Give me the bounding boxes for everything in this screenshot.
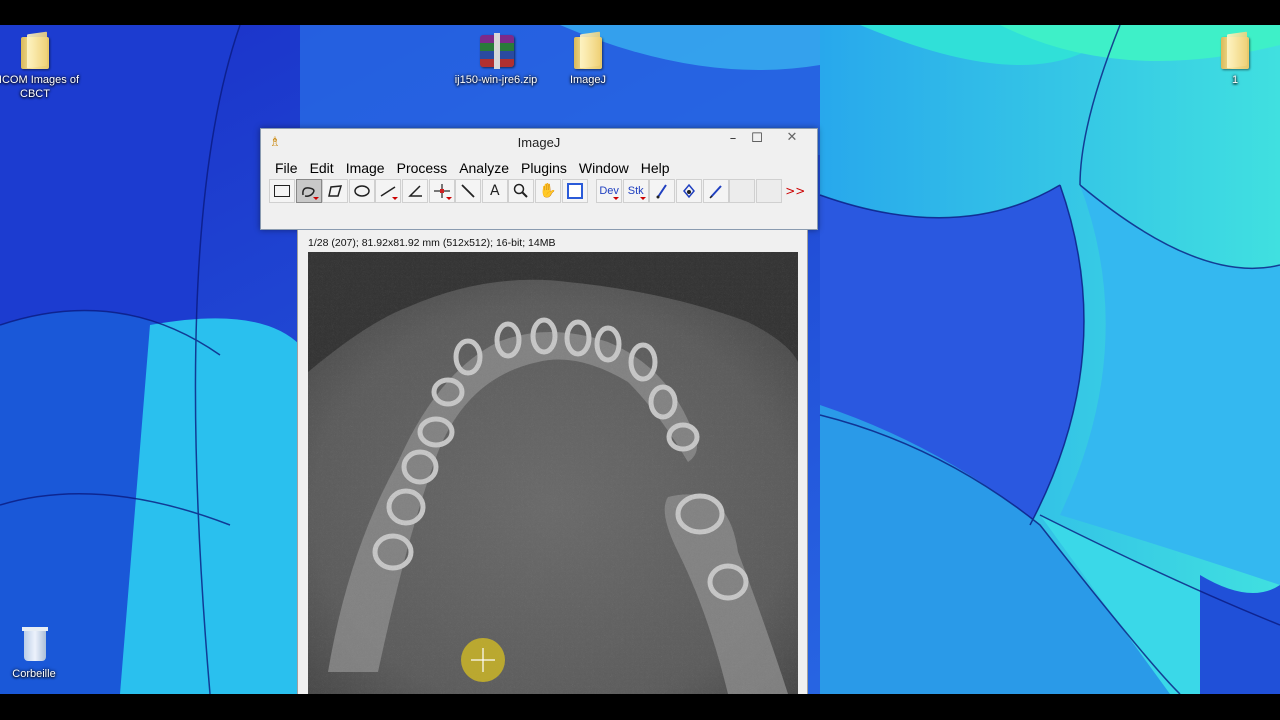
- pencil-tool[interactable]: [702, 179, 729, 203]
- maximize-button[interactable]: ☐: [743, 130, 771, 150]
- recycle-bin-icon: [16, 625, 52, 665]
- desktop-icon-imagej-folder[interactable]: ImageJ: [543, 31, 633, 87]
- more-tools-label: >>: [785, 184, 806, 198]
- brush-tool[interactable]: [649, 179, 676, 203]
- desktop-icon-label: 1: [1231, 74, 1239, 86]
- image-info-bar: 1/28 (207); 81.92x81.92 mm (512x512); 16…: [308, 237, 556, 249]
- bottom-black-bar: [0, 694, 1280, 720]
- desktop-icon-label: Corbeille: [12, 668, 56, 680]
- menu-bar: File Edit Image Process Analyze Plugins …: [261, 157, 817, 179]
- line-tool[interactable]: [375, 179, 402, 203]
- rectangle-icon: [274, 185, 290, 197]
- image-window: 1/28 (207); 81.92x81.92 mm (512x512); 16…: [297, 230, 808, 694]
- dropdown-indicator: [639, 197, 646, 200]
- menu-analyze[interactable]: Analyze: [453, 157, 515, 179]
- wand-icon: [461, 184, 475, 198]
- color-picker-tool[interactable]: [561, 179, 588, 203]
- stk-tool[interactable]: Stk: [622, 179, 649, 203]
- blank-tool-1[interactable]: [729, 179, 756, 203]
- text-a-icon: A: [489, 183, 500, 199]
- freehand-tool[interactable]: [295, 179, 322, 203]
- dev-label: Dev: [599, 185, 619, 197]
- dropdown-indicator: [613, 197, 620, 200]
- menu-window[interactable]: Window: [573, 157, 635, 179]
- hand-icon: ✋: [539, 183, 557, 199]
- wand-tool[interactable]: [455, 179, 482, 203]
- dropdown-indicator: [445, 197, 452, 200]
- oval-icon: [354, 185, 370, 197]
- point-tool[interactable]: [428, 179, 455, 203]
- folder-icon: [17, 31, 53, 71]
- desktop-icon-dicom-folder[interactable]: DICOM Images of CBCT: [0, 31, 80, 101]
- close-button[interactable]: ✕: [769, 129, 815, 148]
- pencil-icon: [708, 185, 722, 199]
- menu-help[interactable]: Help: [635, 157, 676, 179]
- flood-fill-tool[interactable]: [675, 179, 702, 203]
- brush-icon: [656, 184, 668, 199]
- imagej-titlebar[interactable]: ♗ ImageJ – ☐ ✕: [261, 129, 817, 157]
- hand-tool[interactable]: ✋: [534, 179, 561, 203]
- magnifier-icon: [514, 183, 529, 198]
- menu-file[interactable]: File: [269, 157, 304, 179]
- image-canvas[interactable]: [308, 252, 798, 694]
- folder-icon: [570, 31, 606, 71]
- menu-edit[interactable]: Edit: [304, 157, 340, 179]
- polygon-icon: [328, 185, 343, 197]
- stk-label: Stk: [627, 185, 644, 197]
- angle-icon: [408, 185, 422, 197]
- desktop-icon-label: ImageJ: [569, 74, 607, 86]
- text-tool[interactable]: A: [481, 179, 508, 203]
- desktop-icon-label: ij150-win-jre6.zip: [454, 74, 538, 86]
- more-tools-button[interactable]: >>: [782, 179, 808, 203]
- desktop-icon-folder-1[interactable]: 1: [1190, 31, 1280, 87]
- imagej-main-window: ♗ ImageJ – ☐ ✕ File Edit Image Process A…: [260, 128, 818, 230]
- rectangle-tool[interactable]: [269, 179, 295, 203]
- top-black-bar: [0, 0, 1280, 25]
- magnifier-tool[interactable]: [508, 179, 535, 203]
- menu-plugins[interactable]: Plugins: [515, 157, 573, 179]
- dropdown-indicator: [312, 197, 319, 200]
- menu-image[interactable]: Image: [340, 157, 391, 179]
- dev-tool[interactable]: Dev: [596, 179, 623, 203]
- color-picker-icon: [566, 183, 583, 199]
- angle-tool[interactable]: [401, 179, 428, 203]
- polygon-tool[interactable]: [322, 179, 349, 203]
- desktop-icon-recycle-bin[interactable]: Corbeille: [0, 625, 79, 681]
- oval-tool[interactable]: [348, 179, 375, 203]
- winrar-archive-icon: [478, 31, 514, 71]
- desktop-icon-zip-archive[interactable]: ij150-win-jre6.zip: [451, 31, 541, 87]
- cbct-dental-slice: [308, 252, 798, 694]
- blank-tool-2[interactable]: [755, 179, 782, 203]
- toolbar: A ✋ Dev Stk >>: [269, 179, 809, 205]
- menu-process[interactable]: Process: [391, 157, 454, 179]
- folder-icon: [1217, 31, 1253, 71]
- dropdown-indicator: [392, 197, 399, 200]
- desktop-icon-label: DICOM Images of CBCT: [0, 74, 80, 100]
- flood-fill-icon: [682, 183, 695, 199]
